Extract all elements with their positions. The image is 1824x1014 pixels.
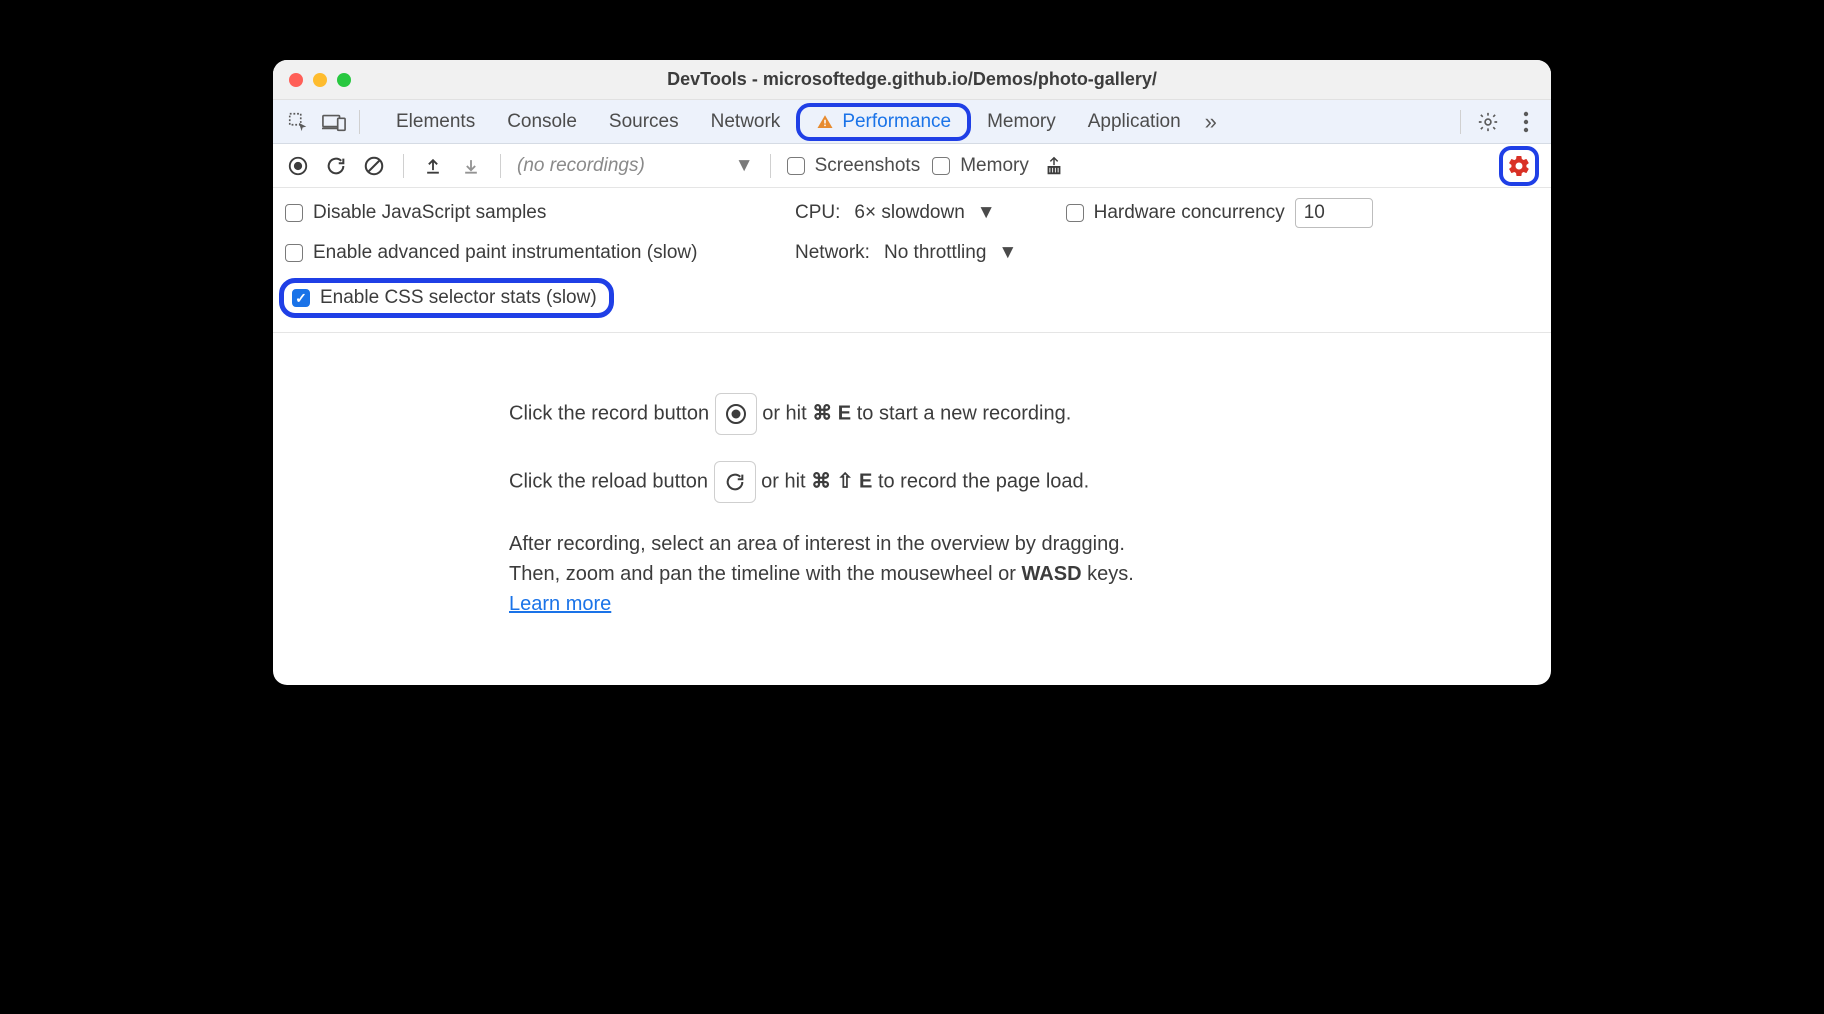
more-tabs-button[interactable]: »: [1197, 109, 1225, 135]
tab-label: Performance: [842, 111, 951, 133]
reload-instruction: Click the reload button or hit ⌘ ⇧ E to …: [509, 461, 1511, 503]
record-icon: [715, 393, 757, 435]
tabs: Elements Console Sources Network Perform…: [380, 103, 1450, 141]
cpu-label: CPU:: [795, 202, 840, 224]
learn-more-link[interactable]: Learn more: [509, 593, 611, 615]
device-toolbar-icon[interactable]: [319, 107, 349, 137]
settings-gear-icon[interactable]: [1473, 107, 1503, 137]
memory-toggle[interactable]: Memory: [932, 155, 1029, 177]
kebab-menu-icon[interactable]: [1511, 107, 1541, 137]
checkbox-icon: [787, 157, 805, 175]
download-button[interactable]: [458, 153, 484, 179]
tab-performance[interactable]: Performance: [796, 103, 971, 141]
devtools-window: DevTools - microsoftedge.github.io/Demos…: [273, 60, 1551, 685]
reload-shortcut: ⌘ ⇧ E: [811, 470, 872, 492]
reload-icon: [714, 461, 756, 503]
checkbox-icon: [285, 244, 303, 262]
record-button[interactable]: [285, 153, 311, 179]
divider: [1460, 110, 1461, 134]
divider: [359, 110, 360, 134]
cpu-throttle-select[interactable]: 6× slowdown ▼: [854, 202, 995, 224]
capture-settings-button[interactable]: [1499, 146, 1539, 186]
record-shortcut: ⌘ E: [812, 402, 851, 424]
hw-concurrency-label: Hardware concurrency: [1094, 202, 1285, 224]
tab-application[interactable]: Application: [1072, 105, 1197, 139]
dropdown-caret-icon: ▼: [998, 242, 1017, 264]
tab-sources[interactable]: Sources: [593, 105, 695, 139]
tab-memory[interactable]: Memory: [971, 105, 1072, 139]
garbage-collect-button[interactable]: [1041, 153, 1067, 179]
checkbox-checked-icon: ✓: [292, 289, 310, 307]
disable-js-samples-toggle[interactable]: Disable JavaScript samples: [285, 202, 785, 224]
css-selector-stats-toggle[interactable]: ✓ Enable CSS selector stats (slow): [279, 278, 614, 318]
disable-js-label: Disable JavaScript samples: [313, 202, 546, 224]
tab-network[interactable]: Network: [695, 105, 797, 139]
screenshots-label: Screenshots: [815, 155, 921, 177]
inspect-element-icon[interactable]: [283, 107, 313, 137]
tab-elements[interactable]: Elements: [380, 105, 491, 139]
warning-icon: [816, 113, 834, 131]
cpu-value: 6× slowdown: [854, 202, 964, 224]
hardware-concurrency-toggle[interactable]: Hardware concurrency: [1066, 202, 1285, 224]
paint-instrumentation-toggle[interactable]: Enable advanced paint instrumentation (s…: [285, 242, 785, 264]
checkbox-icon: [1066, 204, 1084, 222]
network-throttle-select[interactable]: No throttling ▼: [884, 242, 1017, 264]
upload-button[interactable]: [420, 153, 446, 179]
checkbox-icon: [285, 204, 303, 222]
recordings-dropdown[interactable]: (no recordings) ▼: [517, 155, 754, 177]
window-title: DevTools - microsoftedge.github.io/Demos…: [273, 69, 1551, 90]
drag-instruction: After recording, select an area of inter…: [509, 529, 1511, 619]
divider: [500, 154, 501, 178]
css-stats-label: Enable CSS selector stats (slow): [320, 287, 597, 309]
hardware-concurrency-input[interactable]: 10: [1295, 198, 1373, 228]
performance-toolbar: (no recordings) ▼ Screenshots Memory: [273, 144, 1551, 188]
clear-button[interactable]: [361, 153, 387, 179]
dropdown-caret-icon: ▼: [977, 202, 996, 224]
reload-button[interactable]: [323, 153, 349, 179]
divider: [770, 154, 771, 178]
capture-settings-panel: Disable JavaScript samples CPU: 6× slowd…: [273, 188, 1551, 333]
hw-concurrency-value: 10: [1304, 202, 1325, 224]
record-instruction: Click the record button or hit ⌘ E to st…: [509, 393, 1511, 435]
instructions-area: Click the record button or hit ⌘ E to st…: [273, 333, 1551, 685]
memory-label: Memory: [960, 155, 1029, 177]
network-value: No throttling: [884, 242, 986, 264]
network-label: Network:: [795, 242, 870, 264]
tab-console[interactable]: Console: [491, 105, 593, 139]
recordings-placeholder: (no recordings): [517, 155, 645, 177]
paint-instr-label: Enable advanced paint instrumentation (s…: [313, 242, 697, 264]
main-tabbar: Elements Console Sources Network Perform…: [273, 100, 1551, 144]
dropdown-caret-icon: ▼: [735, 155, 754, 177]
divider: [403, 154, 404, 178]
screenshots-toggle[interactable]: Screenshots: [787, 155, 921, 177]
checkbox-icon: [932, 157, 950, 175]
titlebar: DevTools - microsoftedge.github.io/Demos…: [273, 60, 1551, 100]
